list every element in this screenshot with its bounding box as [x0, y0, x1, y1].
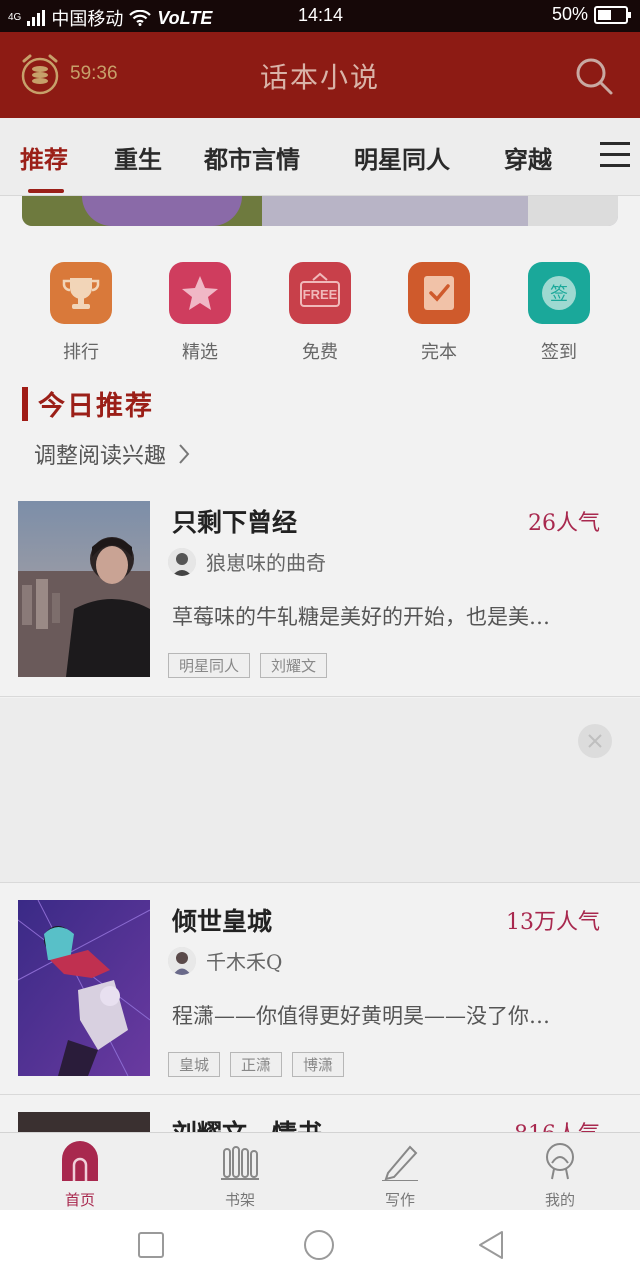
- ad-slot: [0, 698, 640, 882]
- quick-link-sign-in[interactable]: 签 签到: [514, 258, 604, 364]
- quick-link-label: 完本: [421, 342, 457, 363]
- book-author[interactable]: 狼崽味的曲奇: [168, 547, 326, 576]
- check-book-icon: [408, 262, 470, 324]
- avatar: [168, 946, 196, 975]
- book-cover[interactable]: [18, 501, 150, 677]
- quick-link-completed[interactable]: 完本: [394, 258, 484, 364]
- svg-text:FREE: FREE: [303, 287, 338, 302]
- category-tabs: 推荐 重生 都市言情 明星同人 穿越: [0, 118, 640, 196]
- author-name: 狼崽味的曲奇: [206, 551, 326, 575]
- book-cover[interactable]: [18, 900, 150, 1076]
- banner-art-accent: [82, 196, 242, 226]
- quick-link-label: 免费: [302, 342, 338, 363]
- nav-label: 写作: [384, 1191, 415, 1209]
- divider: [0, 696, 640, 697]
- battery-percent: 50%: [551, 4, 588, 24]
- profile-icon: [546, 1143, 574, 1180]
- avatar: [168, 547, 196, 576]
- section-header: 今日推荐: [22, 384, 154, 423]
- nav-profile[interactable]: 我的: [515, 1141, 605, 1210]
- tab-time-travel[interactable]: 穿越: [504, 140, 552, 175]
- book-title[interactable]: 刘耀文，情书: [172, 1114, 322, 1132]
- status-bar: 4G 中国移动 VoLTE 14:14 50%: [0, 0, 640, 32]
- quick-link-label: 排行: [63, 342, 99, 363]
- tab-rebirth[interactable]: 重生: [114, 140, 162, 175]
- nav-write[interactable]: 写作: [355, 1141, 445, 1210]
- home-icon: [62, 1141, 98, 1181]
- close-icon[interactable]: [578, 724, 612, 758]
- nav-label: 首页: [64, 1191, 95, 1209]
- quick-link-label: 签到: [541, 342, 577, 363]
- tab-urban-romance[interactable]: 都市言情: [204, 140, 300, 175]
- carrier-label: 中国移动: [51, 9, 124, 29]
- book-popularity: 816人气: [514, 1116, 600, 1132]
- book-tag[interactable]: 正潇: [230, 1052, 283, 1077]
- nav-label: 我的: [544, 1191, 575, 1209]
- section-title: 今日推荐: [38, 391, 154, 422]
- book-card[interactable]: 只剩下曾经 26人气 狼崽味的曲奇 草莓味的牛轧糖是美好的开始，也是美… 明星同…: [0, 501, 640, 697]
- battery-icon: [594, 5, 631, 24]
- trophy-icon: [50, 262, 112, 324]
- back-button[interactable]: [476, 1229, 508, 1261]
- search-icon[interactable]: [574, 56, 614, 96]
- book-description: 草莓味的牛轧糖是美好的开始，也是美…: [172, 605, 550, 629]
- star-icon: [169, 262, 231, 324]
- book-tags: 明星同人 刘耀文: [168, 653, 328, 678]
- chevron-right-icon: [179, 444, 190, 464]
- book-card[interactable]: 刘耀文，情书 816人气: [0, 1112, 640, 1132]
- divider: [0, 1094, 640, 1095]
- network-tag: 4G: [8, 12, 22, 23]
- nav-home[interactable]: 首页: [35, 1141, 125, 1210]
- sign-in-glyph: 签: [550, 284, 568, 305]
- bookshelf-icon: [221, 1146, 259, 1180]
- home-button[interactable]: [303, 1229, 335, 1261]
- author-name: 千木禾Q: [206, 950, 283, 974]
- recent-apps-button[interactable]: [135, 1229, 167, 1261]
- status-left: 4G 中国移动 VoLTE: [8, 5, 212, 31]
- volte-label: VoLTE: [157, 7, 213, 28]
- book-title[interactable]: 只剩下曾经: [172, 503, 297, 539]
- battery-fill: [598, 9, 611, 20]
- free-tag-icon: FREE: [289, 262, 351, 324]
- status-right: 50%: [551, 4, 631, 25]
- sign-in-icon: 签: [528, 262, 590, 324]
- section-accent-bar: [22, 386, 28, 421]
- book-card[interactable]: 倾世皇城 13万人气 千木禾Q 程潇——你值得更好黄明昊——没了你… 皇城 正潇…: [0, 900, 640, 1096]
- nav-label: 书架: [224, 1191, 255, 1209]
- book-cover[interactable]: [18, 1112, 150, 1132]
- banner-carousel[interactable]: [22, 196, 618, 226]
- book-popularity: 13万人气: [506, 910, 600, 935]
- adjust-interest-label: 调整阅读兴趣: [34, 444, 167, 469]
- book-author[interactable]: 千木禾Q: [168, 946, 282, 975]
- quick-link-free[interactable]: FREE 免费: [275, 258, 365, 364]
- app-header: 59:36 话本小说: [0, 32, 640, 118]
- status-time: 14:14: [298, 5, 344, 25]
- tab-celebrity-fanfic[interactable]: 明星同人: [354, 140, 450, 175]
- book-tag[interactable]: 博潇: [292, 1052, 345, 1077]
- book-tag[interactable]: 皇城: [168, 1052, 221, 1077]
- tab-recommend[interactable]: 推荐: [20, 140, 68, 175]
- book-title[interactable]: 倾世皇城: [172, 902, 272, 938]
- book-tag[interactable]: 明星同人: [168, 653, 251, 678]
- book-tag[interactable]: 刘耀文: [260, 653, 328, 678]
- quick-link-label: 精选: [182, 342, 218, 363]
- system-nav-bar: [0, 1210, 640, 1280]
- quick-links: 排行 精选 FREE 免费 完本 签 签到: [0, 258, 640, 368]
- app-title: 话本小说: [259, 61, 380, 94]
- adjust-interest-link[interactable]: 调整阅读兴趣: [34, 438, 190, 470]
- tab-indicator: [28, 189, 64, 193]
- quick-link-featured[interactable]: 精选: [155, 258, 245, 364]
- book-description: 程潇——你值得更好黄明昊——没了你…: [172, 1004, 550, 1028]
- wifi-icon: [129, 10, 152, 26]
- divider: [0, 882, 640, 883]
- nav-bookshelf[interactable]: 书架: [195, 1141, 285, 1210]
- menu-icon[interactable]: [600, 142, 630, 168]
- book-tags: 皇城 正潇 博潇: [168, 1052, 345, 1077]
- pencil-icon: [382, 1145, 418, 1182]
- banner-art-right: [528, 196, 618, 226]
- signal-icon: [27, 10, 46, 26]
- bottom-nav: 首页 书架 写作 我的: [0, 1132, 640, 1210]
- book-popularity: 26人气: [528, 511, 600, 536]
- quick-link-ranking[interactable]: 排行: [36, 258, 126, 364]
